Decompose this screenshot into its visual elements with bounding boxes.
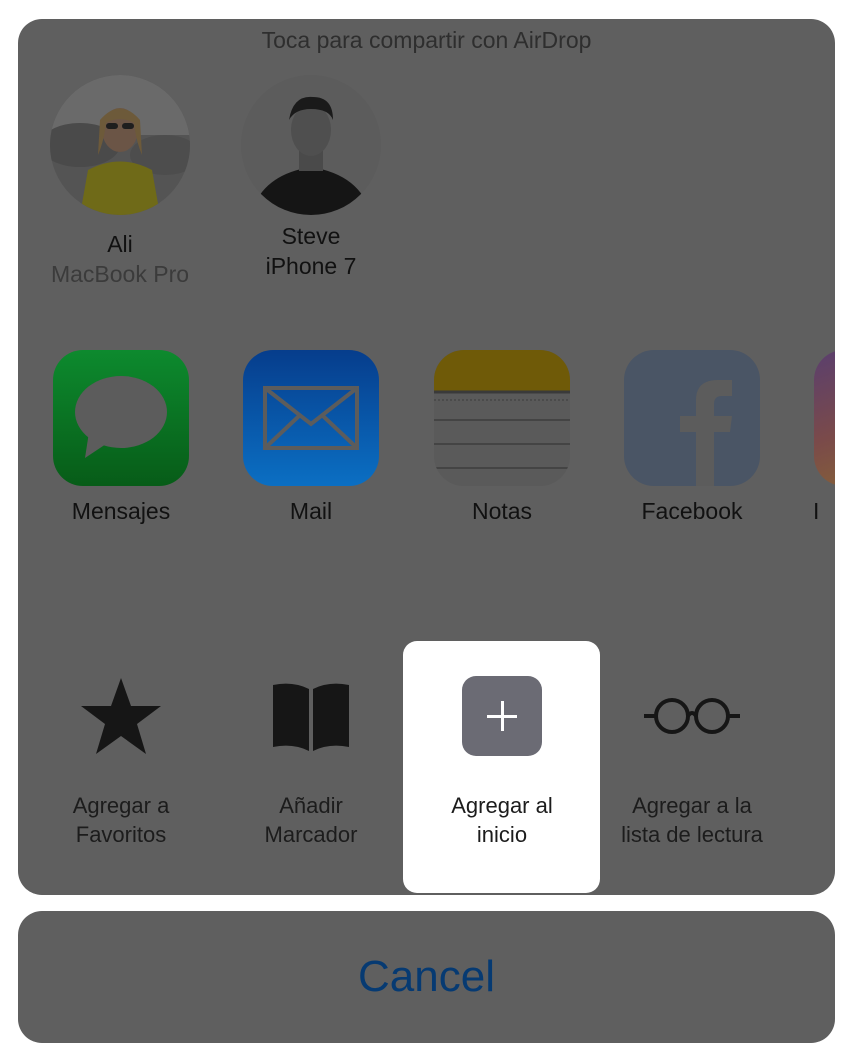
action-label: Agregar al inicio (451, 793, 553, 847)
mail-icon (243, 350, 379, 486)
action-add-reading-list[interactable]: Agregar a la lista de lectura (597, 666, 787, 849)
action-add-bookmark[interactable]: Añadir Marcador (216, 666, 406, 849)
app-label: I (813, 498, 820, 524)
share-sheet: Toca para compartir con AirDrop Ali MacB… (18, 19, 835, 895)
plus-icon (462, 676, 542, 756)
app-mail[interactable]: Mail (216, 350, 406, 525)
facebook-icon (624, 350, 760, 486)
star-icon (81, 678, 161, 754)
action-label: Agregar a la lista de lectura (621, 793, 763, 847)
app-label: Mail (289, 498, 333, 524)
airdrop-person-steve[interactable]: Steve iPhone 7 (211, 75, 411, 281)
app-messages[interactable]: Mensajes (26, 350, 216, 525)
person-name: Ali (107, 231, 133, 257)
glasses-icon (644, 698, 740, 734)
app-instagram[interactable]: I (787, 350, 835, 525)
app-facebook[interactable]: Facebook (597, 350, 787, 525)
airdrop-person-ali[interactable]: Ali MacBook Pro (20, 75, 220, 289)
instagram-icon (814, 350, 835, 486)
action-label: Agregar a Favoritos (72, 793, 170, 847)
cancel-button[interactable]: Cancel (18, 911, 835, 1043)
book-icon (273, 683, 349, 751)
action-add-to-home[interactable]: Agregar al inicio (407, 666, 597, 849)
action-label: Añadir Marcador (264, 793, 358, 847)
app-label: Facebook (641, 498, 743, 524)
person-device: MacBook Pro (50, 261, 190, 287)
person-name: Steve (281, 223, 341, 249)
messages-icon (53, 350, 189, 486)
avatar (50, 75, 190, 215)
app-label: Notas (471, 498, 533, 524)
app-notes[interactable]: Notas (407, 350, 597, 525)
notes-icon (434, 350, 570, 486)
person-device: iPhone 7 (265, 253, 357, 279)
cancel-label: Cancel (358, 952, 495, 1001)
app-label: Mensajes (71, 498, 171, 524)
airdrop-title: Toca para compartir con AirDrop (261, 27, 592, 53)
action-add-favorites[interactable]: Agregar a Favoritos (26, 666, 216, 849)
avatar (241, 75, 381, 215)
